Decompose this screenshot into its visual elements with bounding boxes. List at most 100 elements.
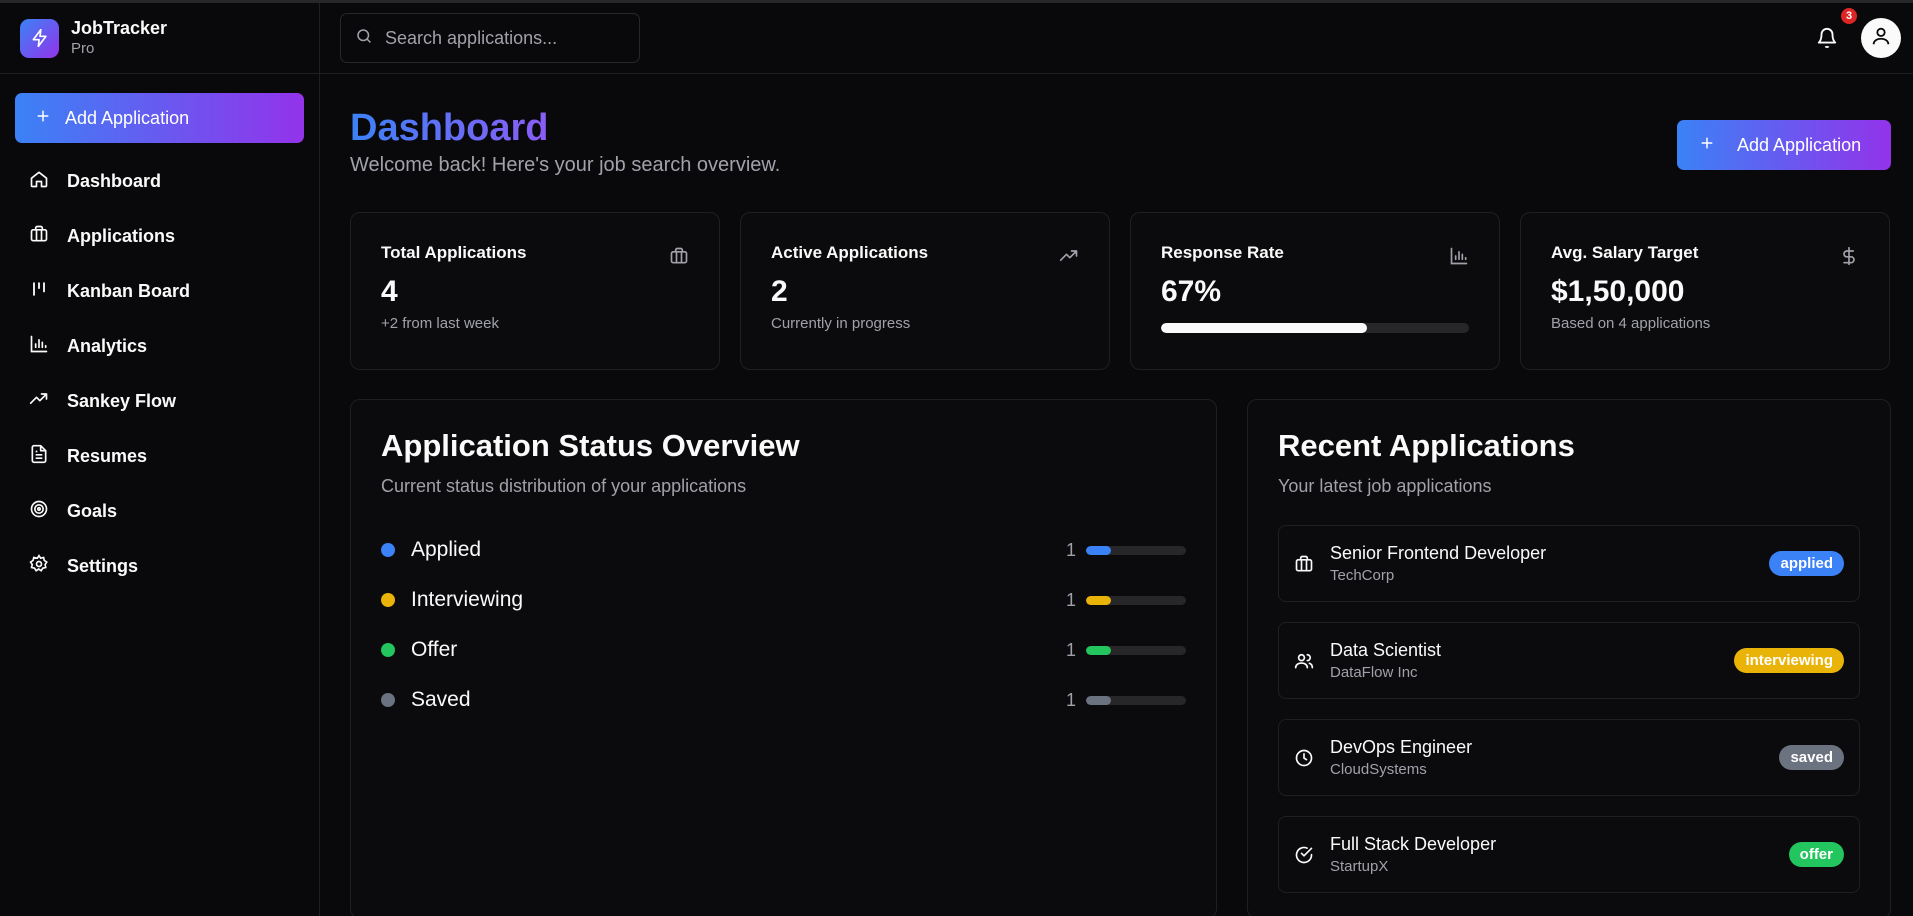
status-bar-fill [1086,645,1111,655]
sidebar-item-analytics[interactable]: Analytics [15,319,304,374]
status-bar-fill [1086,545,1111,555]
recent-list: Senior Frontend Developer TechCorp appli… [1278,525,1860,893]
status-badge: applied [1769,551,1844,576]
status-name: Saved [411,688,471,711]
list-item[interactable]: DevOps Engineer CloudSystems saved [1278,719,1860,796]
sidebar-item-label: Sankey Flow [67,391,177,411]
sidebar-item-label: Dashboard [67,171,162,191]
stat-card-avg-salary-target: Avg. Salary Target $1,50,000 Based on 4 … [1520,212,1890,370]
sidebar-item-label: Settings [67,556,139,576]
panel-subtitle: Current status distribution of your appl… [381,476,747,496]
status-name: Applied [411,538,482,561]
stat-card-total-applications: Total Applications 4 +2 from last week [350,212,720,370]
sidebar-item-goals[interactable]: Goals [15,484,304,539]
status-count: 1 [1065,539,1076,560]
briefcase-icon [669,246,689,271]
sidebar-add-application-button[interactable]: Add Application [15,93,304,143]
stat-value: 2 [771,275,788,308]
status-count: 1 [1065,689,1076,710]
stat-label: Avg. Salary Target [1551,243,1699,262]
list-item[interactable]: Data Scientist DataFlow Inc interviewing [1278,622,1860,699]
status-badge: interviewing [1734,648,1844,673]
sidebar-item-label: Resumes [67,446,148,466]
sidebar-item-settings[interactable]: Settings [15,539,304,594]
header-add-application-button[interactable]: Add Application [1677,120,1891,170]
plus-icon [35,108,51,129]
sidebar-item-dashboard[interactable]: Dashboard [15,154,304,209]
status-badge: offer [1788,842,1844,867]
clock-icon [1294,748,1314,768]
user-icon [1870,25,1892,52]
file-text-icon [29,444,49,469]
page-title: Dashboard [350,107,549,149]
brand[interactable]: JobTracker Pro [0,3,319,74]
panel-subtitle: Your latest job applications [1278,476,1492,496]
kanban-icon [29,279,49,304]
sidebar-add-label: Add Application [65,107,190,128]
status-row-offer: Offer 1 [381,625,1186,675]
search-icon [355,27,373,50]
company-name: TechCorp [1330,567,1395,584]
sidebar-nav: Dashboard Applications Kanban Board Anal… [15,154,304,594]
target-icon [29,499,49,524]
status-bar [1086,545,1186,555]
header-add-label: Add Application [1737,134,1862,155]
sidebar-item-sankey-flow[interactable]: Sankey Flow [15,374,304,429]
job-title: Data Scientist [1330,640,1442,660]
status-row-applied: Applied 1 [381,525,1186,575]
recent-applications-panel: Recent Applications Your latest job appl… [1247,399,1891,916]
stat-note: +2 from last week [381,315,499,332]
gear-icon [29,554,49,579]
panel-title: Application Status Overview [381,428,800,463]
briefcase-icon [1294,554,1314,574]
avatar[interactable] [1861,18,1901,58]
stat-value: 67% [1161,275,1222,308]
bar-chart-icon [1449,246,1469,271]
status-count: 1 [1065,589,1076,610]
company-name: DataFlow Inc [1330,664,1418,681]
status-bar [1086,645,1186,655]
stat-value: 4 [381,275,398,308]
search-box[interactable] [340,13,640,63]
trending-up-icon [29,389,49,414]
response-rate-progress [1161,323,1469,333]
status-row-interviewing: Interviewing 1 [381,575,1186,625]
sidebar-item-label: Goals [67,501,118,521]
status-dot [381,543,395,557]
job-title: Full Stack Developer [1330,834,1497,854]
stat-card-response-rate: Response Rate 67% [1130,212,1500,370]
status-bar [1086,595,1186,605]
list-item[interactable]: Senior Frontend Developer TechCorp appli… [1278,525,1860,602]
stat-label: Response Rate [1161,243,1284,262]
job-title: DevOps Engineer [1330,737,1473,757]
briefcase-icon [29,224,49,249]
status-dot [381,643,395,657]
sidebar-item-label: Kanban Board [67,281,191,301]
status-row-saved: Saved 1 [381,675,1186,725]
company-name: CloudSystems [1330,761,1427,778]
notification-badge: 3 [1841,8,1857,24]
company-name: StartupX [1330,858,1389,875]
status-dot [381,693,395,707]
stat-card-active-applications: Active Applications 2 Currently in progr… [740,212,1110,370]
status-bar [1086,695,1186,705]
status-name: Interviewing [411,588,524,611]
check-circle-icon [1294,845,1314,865]
app-name: JobTracker [71,18,168,38]
search-input[interactable] [385,27,625,49]
lightning-logo-icon [20,18,59,58]
list-item[interactable]: Full Stack Developer StartupX offer [1278,816,1860,893]
job-title: Senior Frontend Developer [1330,543,1547,563]
bell-icon[interactable] [1816,27,1838,49]
sidebar-item-resumes[interactable]: Resumes [15,429,304,484]
status-name: Offer [411,638,458,661]
sidebar-item-kanban-board[interactable]: Kanban Board [15,264,304,319]
stat-label: Total Applications [381,243,527,262]
status-bar-fill [1086,695,1111,705]
page-subtitle: Welcome back! Here's your job search ove… [350,154,781,176]
status-bar-fill [1086,595,1111,605]
sidebar-item-applications[interactable]: Applications [15,209,304,264]
status-count: 1 [1065,639,1076,660]
users-icon [1294,651,1314,671]
status-dot [381,593,395,607]
